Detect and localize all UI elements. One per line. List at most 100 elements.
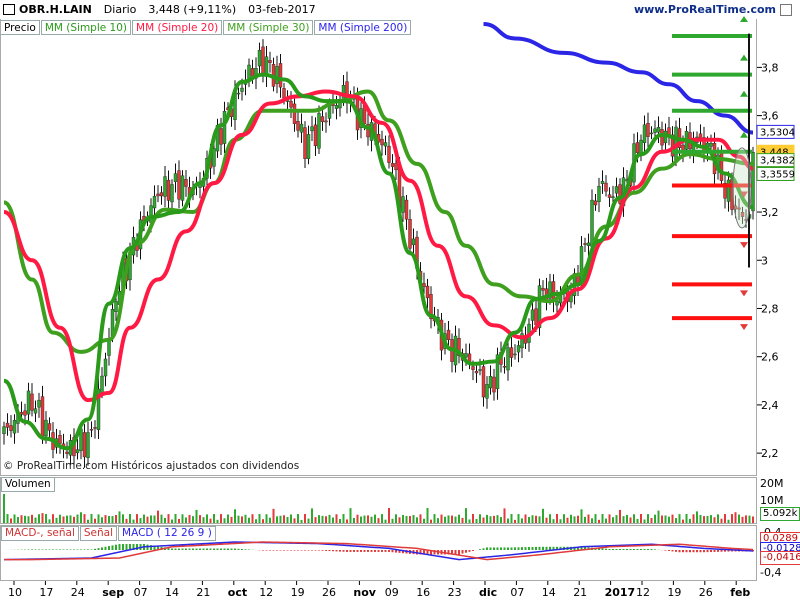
macd-bar-202 xyxy=(710,550,712,553)
volume-bar-198 xyxy=(696,511,698,523)
macd-bar-74 xyxy=(262,550,264,551)
macd-bar-176 xyxy=(619,548,621,550)
volume-bar-170 xyxy=(598,519,600,523)
volume-bar-89 xyxy=(314,517,317,523)
volume-bar-57 xyxy=(202,517,205,523)
price-label-text-3: 3,3559 xyxy=(760,169,795,180)
macd-label-b[interactable]: Señal xyxy=(79,526,118,541)
volume-bar-162 xyxy=(570,514,572,523)
macd-bar-104 xyxy=(367,550,369,552)
volume-bar-95 xyxy=(335,514,338,523)
volume-label[interactable]: Volumen xyxy=(1,477,55,492)
volume-bar-65 xyxy=(230,516,233,523)
volume-bar-34 xyxy=(122,514,124,523)
volume-bar-193 xyxy=(678,514,681,523)
macd-bar-139 xyxy=(489,547,492,550)
volume-bar-142 xyxy=(500,517,502,523)
macd-bar-192 xyxy=(675,550,677,552)
volume-bar-100 xyxy=(353,517,355,523)
volume-bar-91 xyxy=(321,515,324,523)
volume-bar-33 xyxy=(118,511,121,523)
macd-bar-97 xyxy=(342,550,345,552)
volume-bar-5 xyxy=(20,515,23,523)
macd-bar-68 xyxy=(241,549,243,550)
candle-body-76 xyxy=(268,60,272,63)
candle-body-10 xyxy=(37,399,41,408)
x-tick-label-21: 19 xyxy=(667,586,681,599)
volume-bar-36 xyxy=(129,514,131,523)
macd-bar-96 xyxy=(339,550,341,552)
volume-bar-208 xyxy=(731,514,733,523)
candle-body-181 xyxy=(635,142,640,154)
candle-body-151 xyxy=(530,309,535,321)
volume-bar-21 xyxy=(76,514,79,523)
volume-bar-71 xyxy=(251,514,254,523)
volume-bar-169 xyxy=(594,514,597,523)
ma200-line xyxy=(483,22,754,135)
volume-bar-155 xyxy=(545,517,548,523)
candle-body-166 xyxy=(583,243,587,245)
candle-body-185 xyxy=(649,132,654,135)
volume-bar-121 xyxy=(426,508,429,523)
candle-body-112 xyxy=(394,163,398,171)
macd-bar-77 xyxy=(272,550,275,551)
volume-bar-118 xyxy=(416,517,418,523)
volume-bar-132 xyxy=(465,508,467,523)
y-tick-label-3: 3,2 xyxy=(761,206,779,219)
y-tick-label-7: 2,4 xyxy=(761,399,779,412)
macd-label-c[interactable]: MACD ( 12 26 9 ) xyxy=(118,526,216,541)
candle-body-109 xyxy=(383,142,388,147)
volume-bar-73 xyxy=(258,514,261,523)
candle-body-12 xyxy=(44,419,48,437)
x-tick-label-7: oct xyxy=(228,586,247,599)
chart-canvas[interactable]: 3,83,63,43,232,82,62,42,23,53043,4483,43… xyxy=(0,0,800,600)
volume-bar-210 xyxy=(738,514,740,523)
volume-bar-172 xyxy=(605,518,607,523)
volume-bar-105 xyxy=(370,516,373,523)
volume-bar-131 xyxy=(461,517,464,523)
volume-bar-153 xyxy=(538,516,541,523)
macd-legend: MACD-, señal Señal MACD ( 12 26 9 ) xyxy=(1,526,216,541)
candle-body-1 xyxy=(5,422,10,428)
macd-bar-186 xyxy=(654,549,656,550)
volume-bar-26 xyxy=(94,518,96,523)
macd-bar-134 xyxy=(472,550,474,551)
macd-bar-80 xyxy=(283,550,285,551)
macd-label-a[interactable]: MACD-, señal xyxy=(1,526,79,541)
macd-bar-152 xyxy=(535,546,537,550)
macd-bar-50 xyxy=(178,548,180,550)
candle-body-121 xyxy=(425,285,430,299)
candle-body-88 xyxy=(310,126,314,132)
candle-body-49 xyxy=(173,173,178,182)
macd-bar-172 xyxy=(605,548,607,550)
volume-bar-60 xyxy=(213,514,215,523)
volume-bar-32 xyxy=(115,514,117,523)
macd-bar-61 xyxy=(216,548,219,550)
macd-bar-93 xyxy=(328,550,331,552)
volume-bar-115 xyxy=(405,516,408,523)
macd-bar-191 xyxy=(671,550,674,552)
macd-bar-107 xyxy=(377,550,380,552)
volume-bar-16 xyxy=(59,514,61,523)
macd-bar-13 xyxy=(48,549,51,550)
macd-bar-32 xyxy=(115,544,117,550)
macd-bar-67 xyxy=(237,548,240,550)
candle-body-114 xyxy=(401,196,405,213)
macd-bar-56 xyxy=(199,548,201,550)
macd-bar-91 xyxy=(321,550,324,551)
volume-bar-190 xyxy=(668,516,670,523)
volume-bar-205 xyxy=(720,518,723,523)
volume-bar-80 xyxy=(283,515,285,523)
volume-bar-59 xyxy=(209,518,212,523)
macd-bar-53 xyxy=(188,548,191,550)
volume-bar-192 xyxy=(675,518,677,523)
down-arrow-icon-1 xyxy=(740,242,748,249)
volume-last-value: 5.092k xyxy=(760,507,800,521)
volume-bar-207 xyxy=(727,519,730,523)
candle-body-91 xyxy=(320,116,325,122)
x-tick-label-12: 09 xyxy=(385,586,399,599)
volume-bar-93 xyxy=(328,514,331,523)
price-label-text-2: 3,4382 xyxy=(760,156,795,167)
candle-body-152 xyxy=(534,308,538,326)
macd-bar-184 xyxy=(647,548,649,550)
